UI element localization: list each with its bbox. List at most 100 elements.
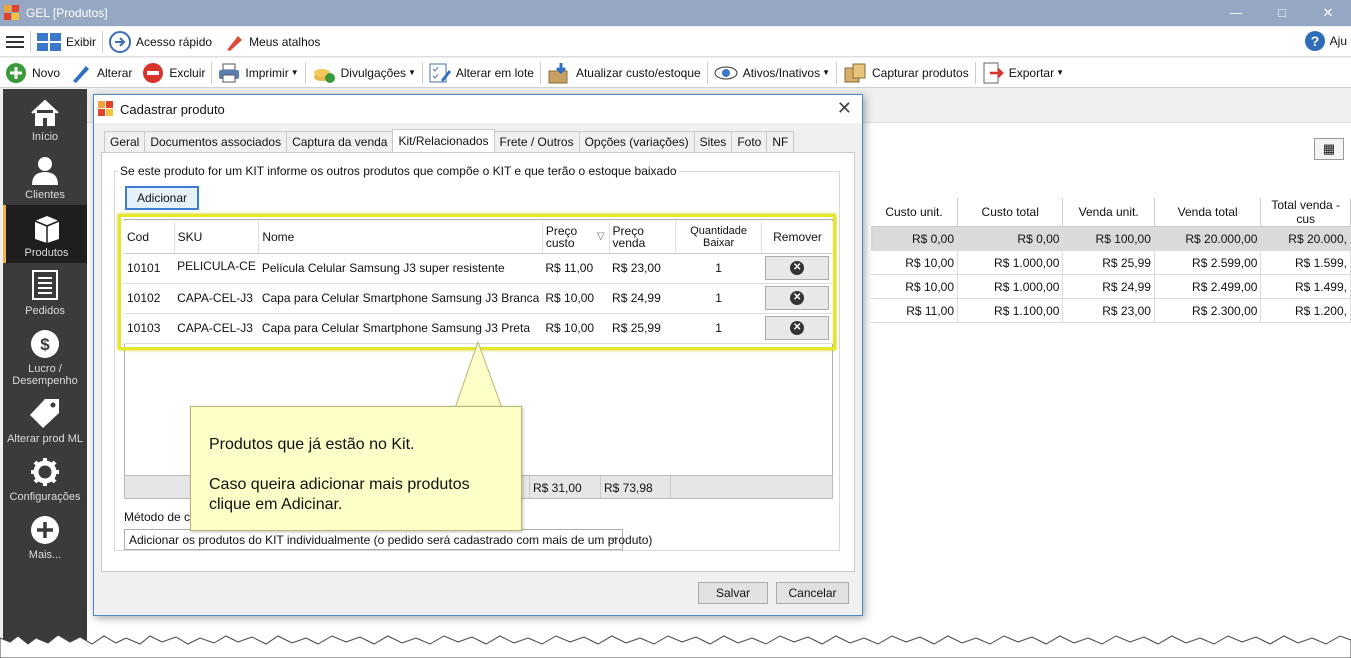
- alterar-lote-button[interactable]: Alterar em lote: [424, 59, 539, 87]
- salvar-button[interactable]: Salvar: [698, 582, 768, 604]
- sidebar-item-alterar-ml[interactable]: Alterar prod ML: [3, 391, 87, 449]
- table-cell: R$ 1.000,00: [957, 250, 1064, 275]
- pencil-icon: [73, 65, 90, 83]
- sidebar-item-lucro[interactable]: $ Lucro / Desempenho: [3, 321, 87, 391]
- total-venda: R$ 73,98: [604, 481, 653, 495]
- maximize-button[interactable]: □: [1259, 0, 1305, 26]
- tab-kit-relacionados[interactable]: Kit/Relacionados: [392, 129, 495, 152]
- sidebar-label-lucro: Lucro / Desempenho: [12, 363, 78, 387]
- window-controls: — □ ✕: [1213, 0, 1351, 26]
- sidebar-label-inicio: Início: [31, 131, 59, 143]
- table-cell: R$ 1.499,: [1260, 274, 1351, 299]
- col-custo-unit[interactable]: Custo unit.: [871, 198, 958, 227]
- tab-documentos[interactable]: Documentos associados: [144, 131, 288, 153]
- exportar-button[interactable]: Exportar ▼: [977, 59, 1069, 87]
- eye-icon: [714, 66, 738, 79]
- coins-icon: [313, 68, 335, 83]
- sidebar-item-pedidos[interactable]: Pedidos: [3, 263, 87, 321]
- sidebar-item-configuracoes[interactable]: Configurações: [3, 449, 87, 507]
- table-row[interactable]: R$ 11,00 R$ 1.100,00 R$ 23,00 R$ 2.300,0…: [871, 298, 1351, 323]
- sidebar-label-alterar-ml: Alterar prod ML: [7, 433, 83, 445]
- meus-atalhos-menu[interactable]: Meus atalhos: [218, 28, 326, 56]
- acesso-rapido-label: Acesso rápido: [136, 34, 213, 49]
- chevron-down-icon: ⌵: [607, 532, 616, 544]
- dialog-close-icon[interactable]: ✕: [837, 98, 852, 119]
- col-venda-unit[interactable]: Venda unit.: [1062, 198, 1155, 227]
- divulgacoes-label: Divulgações: [340, 65, 406, 80]
- sidebar-item-inicio[interactable]: Início: [3, 89, 87, 147]
- hamburger-icon: [6, 35, 24, 48]
- tab-sites[interactable]: Sites: [693, 131, 733, 153]
- table-cell: R$ 23,00: [1062, 298, 1155, 323]
- divulgacoes-button[interactable]: Divulgações ▼: [307, 59, 421, 87]
- callout-line1: Produtos que já estão no Kit.: [209, 436, 415, 453]
- table-cell: R$ 100,00: [1062, 226, 1155, 251]
- grid-settings-icon: ▦: [1322, 141, 1336, 156]
- window-titlebar: GEL [Produtos] — □ ✕: [0, 0, 1351, 26]
- help-icon: ?: [1304, 31, 1325, 51]
- table-cell: R$ 10,00: [871, 274, 958, 299]
- dialog-logo-icon: [98, 101, 114, 117]
- table-cell: R$ 20.000,: [1260, 226, 1351, 251]
- dialog-tabs: Geral Documentos associados Captura da v…: [104, 129, 795, 153]
- sidebar-item-produtos[interactable]: Produtos: [3, 205, 87, 263]
- atualizar-custo-button[interactable]: Atualizar custo/estoque: [542, 59, 706, 87]
- table-cell: R$ 24,99: [1062, 274, 1155, 299]
- tab-foto[interactable]: Foto: [731, 131, 768, 153]
- table-cell: R$ 2.300,00: [1154, 298, 1262, 323]
- capturar-produtos-button[interactable]: Capturar produtos: [838, 59, 974, 87]
- imprimir-button[interactable]: Imprimir ▼: [213, 59, 303, 87]
- table-cell: R$ 2.599,00: [1154, 250, 1262, 275]
- sidebar-label-configuracoes: Configurações: [9, 491, 81, 503]
- app-logo-icon: [4, 5, 20, 21]
- sidebar-item-clientes[interactable]: Clientes: [3, 147, 87, 205]
- kit-group-label: Se este produto for um KIT informe os ou…: [118, 164, 679, 178]
- novo-button[interactable]: Novo: [0, 59, 65, 87]
- sidebar: Início Clientes Produtos Pedidos $ Lucro…: [3, 89, 87, 649]
- table-cell: R$ 25,99: [1062, 250, 1155, 275]
- dialog-titlebar: Cadastrar produto ✕: [94, 95, 862, 123]
- table-cell: R$ 20.000,00: [1154, 226, 1262, 251]
- grid-settings-button[interactable]: ▦: [1314, 138, 1344, 160]
- callout-tail: [454, 340, 503, 409]
- sidebar-item-mais[interactable]: Mais...: [3, 507, 87, 565]
- adicionar-button[interactable]: Adicionar: [125, 186, 199, 210]
- metodo-select-value: Adicionar os produtos do KIT individualm…: [129, 533, 653, 547]
- acesso-rapido-menu[interactable]: Acesso rápido: [103, 28, 218, 56]
- col-venda-total[interactable]: Venda total: [1154, 198, 1262, 227]
- excluir-label: Excluir: [169, 65, 206, 80]
- svg-text:$: $: [40, 335, 50, 354]
- table-row[interactable]: R$ 0,00 R$ 0,00 R$ 100,00 R$ 20.000,00 R…: [871, 226, 1351, 251]
- alterar-button[interactable]: Alterar: [65, 59, 137, 87]
- callout-line2: Caso queira adicionar mais produtos cliq…: [209, 476, 470, 513]
- svg-text:?: ?: [1310, 33, 1319, 49]
- ativos-inativos-button[interactable]: Ativos/Inativos ▼: [709, 59, 835, 87]
- exibir-menu[interactable]: Exibir: [31, 28, 102, 56]
- hamburger-menu-button[interactable]: [0, 28, 30, 56]
- atualizar-custo-label: Atualizar custo/estoque: [575, 65, 701, 80]
- table-cell: R$ 10,00: [871, 250, 958, 275]
- tab-captura[interactable]: Captura da venda: [286, 131, 394, 153]
- table-cell: R$ 1.599,: [1260, 250, 1351, 275]
- table-row[interactable]: R$ 10,00 R$ 1.000,00 R$ 24,99 R$ 2.499,0…: [871, 274, 1351, 299]
- table-cell: R$ 1.200,: [1260, 298, 1351, 323]
- metodo-select[interactable]: Adicionar os produtos do KIT individualm…: [124, 529, 652, 550]
- cancelar-button[interactable]: Cancelar: [776, 582, 849, 604]
- close-window-button[interactable]: ✕: [1305, 0, 1351, 26]
- dollar-icon: $: [31, 330, 59, 358]
- tab-frete-outros[interactable]: Frete / Outros: [493, 131, 580, 153]
- col-custo-total[interactable]: Custo total: [957, 198, 1064, 227]
- help-button[interactable]: ? Aju: [1300, 27, 1351, 55]
- tab-opcoes[interactable]: Opções (variações): [578, 131, 695, 153]
- table-row[interactable]: R$ 10,00 R$ 1.000,00 R$ 25,99 R$ 2.599,0…: [871, 250, 1351, 275]
- tab-nf[interactable]: NF: [766, 131, 795, 153]
- minimize-button[interactable]: —: [1213, 0, 1259, 26]
- tab-geral[interactable]: Geral: [104, 131, 146, 153]
- col-total-venda-custo[interactable]: Total venda - cus: [1260, 198, 1351, 227]
- novo-label: Novo: [32, 65, 61, 80]
- products-table: Custo unit. Custo total Venda unit. Vend…: [871, 198, 1351, 323]
- excluir-button[interactable]: Excluir: [137, 59, 210, 87]
- box-icon: [34, 216, 59, 243]
- printer-icon: [219, 63, 240, 82]
- sidebar-label-produtos: Produtos: [24, 247, 69, 259]
